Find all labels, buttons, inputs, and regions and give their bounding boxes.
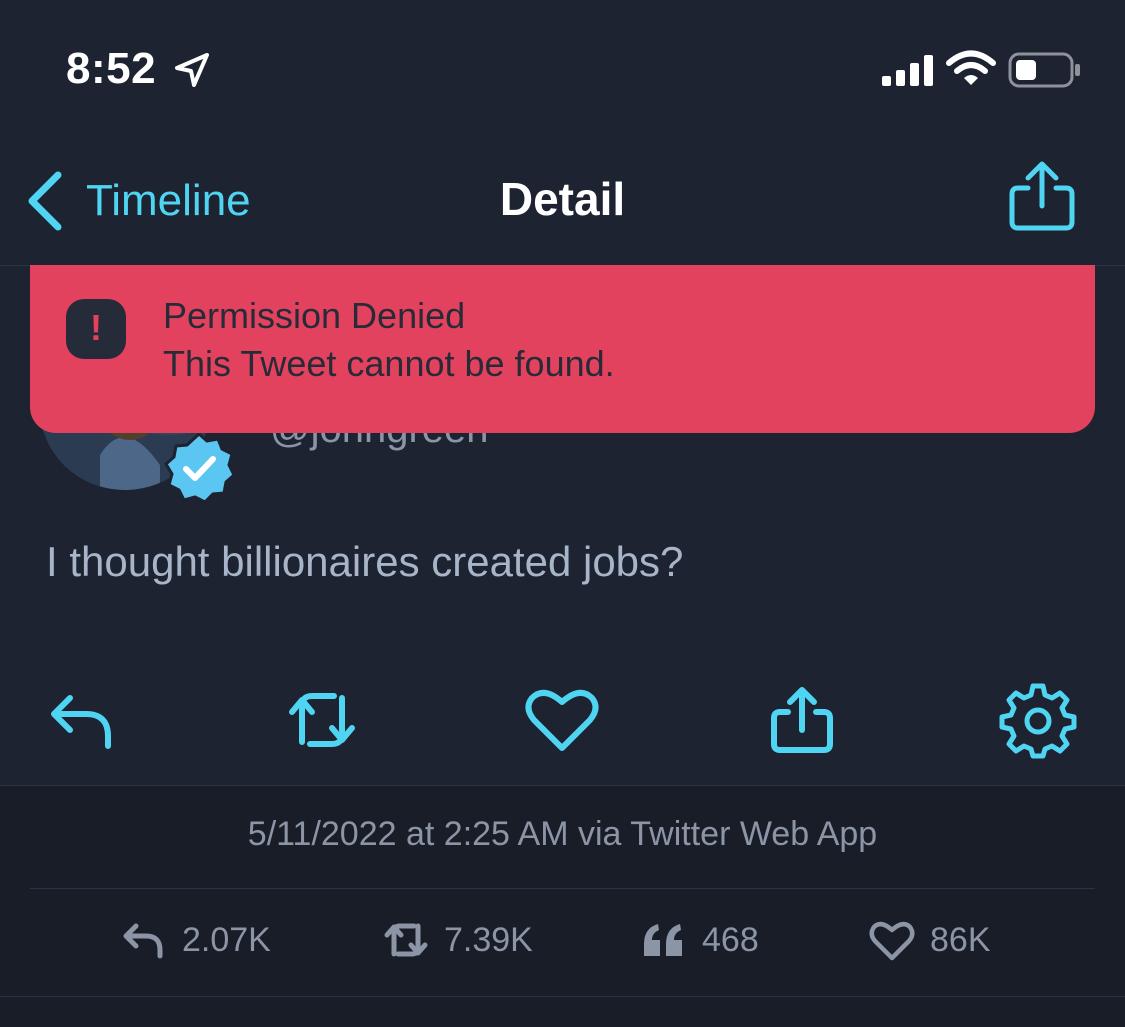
likes-stat[interactable]: 86K: [868, 905, 991, 975]
navigation-bar: Timeline Detail: [0, 140, 1125, 266]
toast-message: This Tweet cannot be found.: [163, 343, 615, 384]
share-icon[interactable]: [1008, 160, 1076, 234]
quotes-count: 468: [702, 920, 759, 959]
alert-icon: !: [66, 299, 126, 359]
wifi-icon: [946, 50, 996, 85]
page-title: Detail: [499, 173, 626, 225]
tweet-text: I thought billionaires created jobs?: [46, 538, 684, 585]
quote-icon: [644, 924, 682, 956]
divider: [0, 996, 1125, 997]
heart-icon: [869, 921, 915, 961]
retweet-icon: [384, 923, 428, 957]
verified-badge-icon: [164, 431, 236, 504]
heart-icon[interactable]: [522, 680, 602, 760]
retweets-count: 7.39K: [444, 920, 533, 959]
gear-icon[interactable]: [998, 680, 1078, 760]
tweet-action-bar: [0, 660, 1125, 780]
status-time: 8:52: [66, 44, 157, 93]
divider: [0, 785, 1125, 786]
toast-title: Permission Denied: [163, 295, 466, 336]
quotes-stat[interactable]: 468: [640, 905, 759, 975]
tweet-timestamp: 5/11/2022 at 2:25 AM via Twitter Web App: [247, 815, 878, 853]
cellular-signal-icon: [882, 55, 933, 86]
retweet-icon[interactable]: [282, 680, 362, 760]
battery-icon: [1008, 52, 1080, 88]
tweet-metadata: 5/11/2022 at 2:25 AM via Twitter Web App…: [0, 785, 1125, 1027]
retweets-stat[interactable]: 7.39K: [382, 905, 533, 975]
status-bar: 8:52: [0, 0, 1125, 140]
reply-icon[interactable]: [44, 680, 124, 760]
reply-icon: [123, 923, 163, 959]
tweet-stats: 2.07K 7.39K 468 86K: [0, 905, 1125, 975]
replies-stat[interactable]: 2.07K: [120, 905, 271, 975]
likes-count: 86K: [930, 920, 991, 959]
location-arrow-icon: [175, 53, 209, 87]
share-icon[interactable]: [762, 680, 842, 760]
error-toast[interactable]: ! Permission Denied This Tweet cannot be…: [30, 265, 1095, 433]
replies-count: 2.07K: [182, 920, 271, 959]
divider: [30, 888, 1095, 889]
